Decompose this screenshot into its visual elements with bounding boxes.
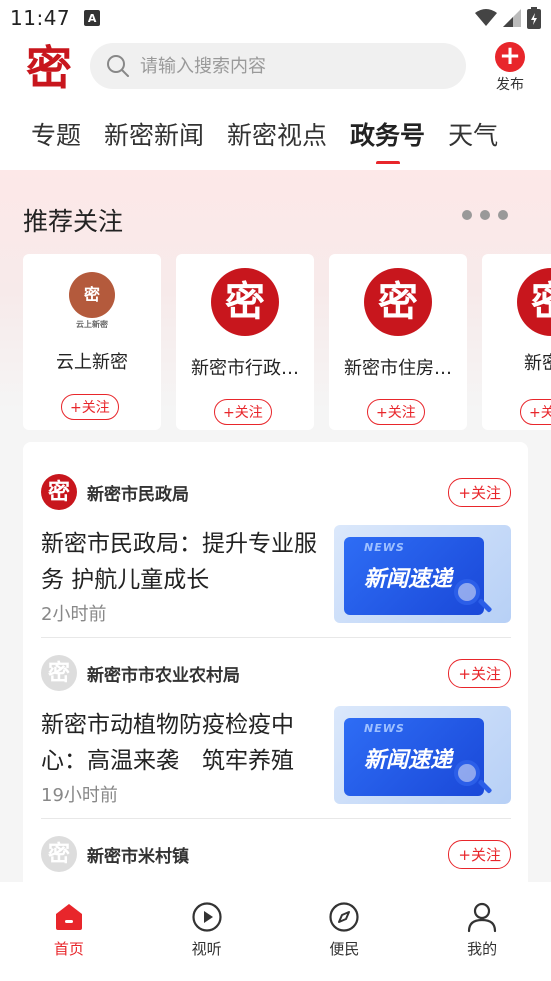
post-header: 密 新密市米村镇 +关注 xyxy=(41,836,511,872)
nav-video[interactable]: 视听 xyxy=(138,882,276,981)
recommend-name: 云上新密 xyxy=(56,352,128,373)
nav-home[interactable]: 首页 xyxy=(0,882,138,981)
bottom-nav: 首页 视听 便民 我的 xyxy=(0,882,551,981)
avatar: 密 xyxy=(41,474,77,510)
follow-button[interactable]: +关注 xyxy=(448,477,511,507)
follow-button[interactable]: +关注 xyxy=(520,399,551,425)
user-icon xyxy=(413,900,551,934)
status-icons xyxy=(475,7,541,29)
plus-icon: + xyxy=(495,42,525,72)
tab-xinmi-news[interactable]: 新密新闻 xyxy=(104,116,204,152)
post-time: 19小时前 xyxy=(41,785,118,806)
recommend-name: 新密市行政… xyxy=(191,358,299,379)
recommend-card[interactable]: 密 新密市行政… +关注 xyxy=(176,254,314,430)
avatar: 密 xyxy=(517,268,551,336)
nav-label: 我的 xyxy=(467,940,498,958)
tab-xinmi-viewpoint[interactable]: 新密视点 xyxy=(227,116,327,152)
news-item[interactable]: 密 新密市米村镇 +关注 xyxy=(41,836,511,876)
post-source[interactable]: 新密市民政局 xyxy=(87,480,189,505)
thumb-title: 新闻速递 xyxy=(364,748,453,773)
seal-subtitle: 云上新密 xyxy=(76,319,108,329)
battery-icon xyxy=(527,7,541,29)
tab-zhuanti[interactable]: 专题 xyxy=(31,116,81,152)
signal-icon xyxy=(503,9,521,27)
follow-button[interactable]: +关注 xyxy=(448,839,511,869)
recommend-card[interactable]: 密 新密市住房… +关注 xyxy=(329,254,467,430)
app-header: 密 + 发布 专题 新密新闻 新密视点 政务号 天气 xyxy=(0,36,551,170)
recommend-list: 密 云上新密 云上新密 +关注 密 新密市行政… +关注 密 新密市住房… +关… xyxy=(23,254,551,430)
avatar: 密 xyxy=(41,836,77,872)
recommend-name: 新密市住房… xyxy=(344,358,452,379)
post-title[interactable]: 新密市民政局：提升专业服务 护航儿童成长 xyxy=(41,526,321,598)
compass-icon xyxy=(276,900,414,934)
play-icon xyxy=(138,900,276,934)
post-thumbnail[interactable]: NEWS 新闻速递 xyxy=(334,706,511,804)
post-header: 密 新密市市农业农村局 +关注 xyxy=(41,655,511,691)
avatar: 密 xyxy=(41,655,77,691)
search-icon xyxy=(107,55,129,77)
tab-government[interactable]: 政务号 xyxy=(350,116,425,152)
search-bar[interactable] xyxy=(90,43,466,89)
avatar: 密 云上新密 xyxy=(58,268,126,336)
thumb-news-label: NEWS xyxy=(364,722,405,735)
nav-label: 首页 xyxy=(53,940,84,958)
seal-logo-icon: 密 xyxy=(69,272,115,318)
divider xyxy=(41,818,511,819)
status-bar: 11:47 A xyxy=(0,0,551,36)
follow-button[interactable]: +关注 xyxy=(448,658,511,688)
post-thumbnail[interactable]: NEWS 新闻速递 xyxy=(334,525,511,623)
nav-label: 便民 xyxy=(329,940,360,958)
recommend-card[interactable]: 密 新密市 +关注 xyxy=(482,254,551,430)
post-header: 密 新密市民政局 +关注 xyxy=(41,474,511,510)
post-source[interactable]: 新密市米村镇 xyxy=(87,842,189,867)
thumb-news-label: NEWS xyxy=(364,541,405,554)
thumb-title: 新闻速递 xyxy=(364,567,453,592)
app-logo: 密 xyxy=(26,41,72,95)
recommend-card[interactable]: 密 云上新密 云上新密 +关注 xyxy=(23,254,161,430)
magnifier-icon xyxy=(454,579,480,605)
news-feed: 密 新密市民政局 +关注 新密市民政局：提升专业服务 护航儿童成长 2小时前 N… xyxy=(23,442,528,882)
publish-button[interactable]: + 发布 xyxy=(490,42,530,94)
more-icon[interactable] xyxy=(462,210,508,220)
home-icon xyxy=(0,900,138,934)
follow-button[interactable]: +关注 xyxy=(61,394,119,420)
nav-label: 视听 xyxy=(191,940,222,958)
recommend-title: 推荐关注 xyxy=(23,207,124,236)
news-item[interactable]: 密 新密市民政局 +关注 新密市民政局：提升专业服务 护航儿童成长 2小时前 N… xyxy=(41,474,511,625)
news-item[interactable]: 密 新密市市农业农村局 +关注 新密市动植物防疫检疫中心：高温来袭 筑牢养殖 1… xyxy=(41,655,511,806)
channel-tabs: 专题 新密新闻 新密视点 政务号 天气 xyxy=(0,104,551,164)
post-source[interactable]: 新密市市农业农村局 xyxy=(87,661,240,686)
status-time: 11:47 xyxy=(10,6,71,30)
magnifier-icon xyxy=(454,760,480,786)
follow-button[interactable]: +关注 xyxy=(367,399,425,425)
nav-services[interactable]: 便民 xyxy=(276,882,414,981)
post-time: 2小时前 xyxy=(41,604,107,625)
avatar: 密 xyxy=(211,268,279,336)
main-content: 推荐关注 密 云上新密 云上新密 +关注 密 新密市行政… +关注 密 新密市住… xyxy=(0,170,551,882)
avatar: 密 xyxy=(364,268,432,336)
notification-icon: A xyxy=(84,10,101,26)
tab-weather[interactable]: 天气 xyxy=(448,116,498,152)
nav-profile[interactable]: 我的 xyxy=(413,882,551,981)
recommend-name: 新密市 xyxy=(524,353,551,374)
search-input[interactable] xyxy=(140,55,440,77)
follow-button[interactable]: +关注 xyxy=(214,399,272,425)
divider xyxy=(41,637,511,638)
wifi-icon xyxy=(475,9,497,26)
post-title[interactable]: 新密市动植物防疫检疫中心：高温来袭 筑牢养殖 xyxy=(41,707,321,779)
publish-label: 发布 xyxy=(496,77,524,93)
